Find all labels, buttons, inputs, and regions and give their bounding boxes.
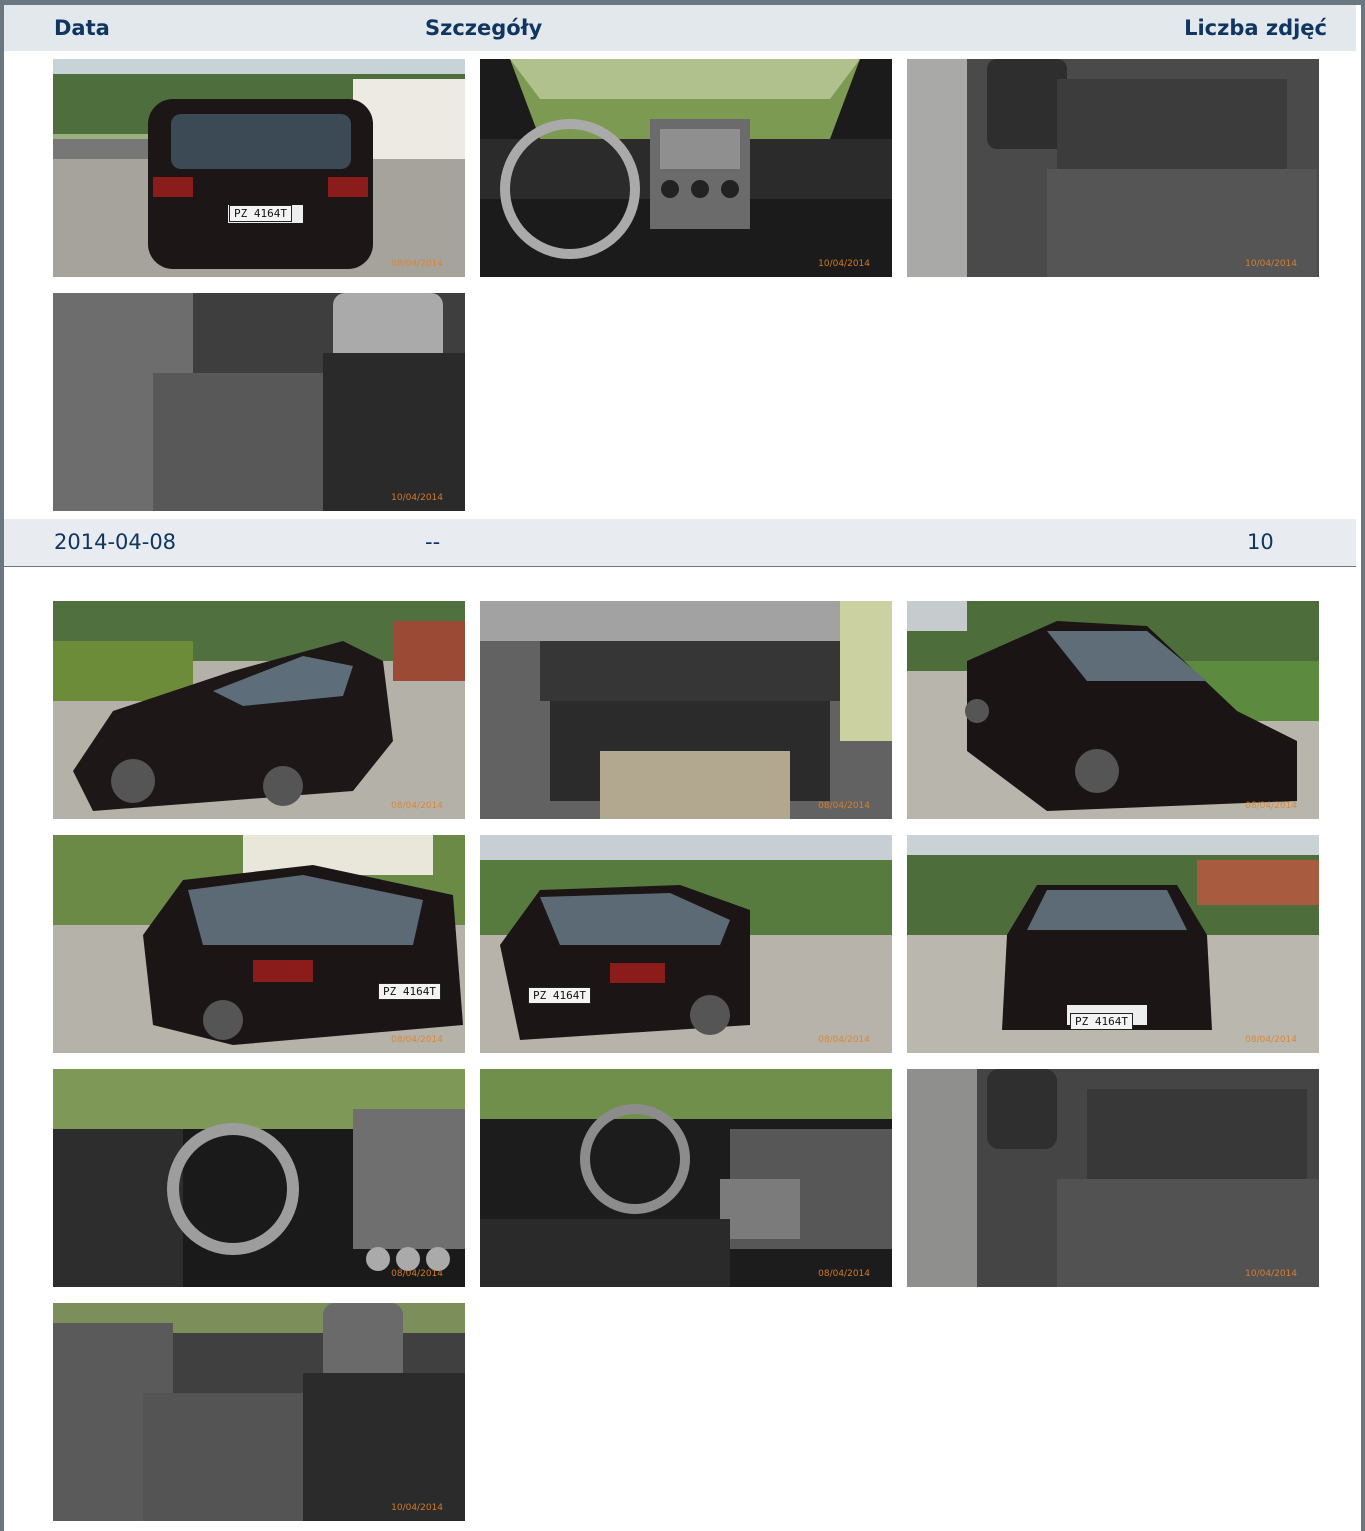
photo-date-stamp: 08/04/2014	[391, 1269, 443, 1279]
car-front-right-photo[interactable]: 08/04/2014	[907, 601, 1319, 819]
rear-seats-photo[interactable]: 10/04/2014	[907, 59, 1319, 277]
photo-date-stamp: 10/04/2014	[1245, 259, 1297, 269]
column-header-details[interactable]: Szczegóły	[425, 5, 542, 51]
photo-date-stamp: 08/04/2014	[391, 259, 443, 269]
car-rear-right-photo[interactable]: PZ 4164T 08/04/2014	[480, 835, 892, 1053]
license-plate: PZ 4164T	[229, 205, 292, 222]
photo-date-stamp: 10/04/2014	[391, 1503, 443, 1513]
entry-date: 2014-04-08	[54, 530, 177, 554]
table-row[interactable]: 2014-04-08 -- 10	[4, 519, 1356, 567]
photo-date-stamp: 08/04/2014	[391, 1035, 443, 1045]
rear-seats-photo[interactable]: 10/04/2014	[907, 1069, 1319, 1287]
photo-date-stamp: 10/04/2014	[1245, 1269, 1297, 1279]
car-rear-left-photo[interactable]: PZ 4164T 08/04/2014	[53, 835, 465, 1053]
photo-date-stamp: 08/04/2014	[818, 1269, 870, 1279]
entry-details: --	[425, 530, 441, 554]
license-plate: PZ 4164T	[378, 983, 441, 1000]
driver-dashboard-photo[interactable]: 08/04/2014	[53, 1069, 465, 1287]
license-plate: PZ 4164T	[1070, 1013, 1133, 1030]
trunk-photo[interactable]: 08/04/2014	[480, 601, 892, 819]
photo-date-stamp: 08/04/2014	[391, 801, 443, 811]
column-header-date[interactable]: Data	[54, 5, 110, 51]
car-rear-view-photo[interactable]: PZ 4164T 08/04/2014	[53, 59, 465, 277]
car-front-photo[interactable]: PZ 4164T 08/04/2014	[907, 835, 1319, 1053]
rear-seats-side-photo[interactable]: 10/04/2014	[53, 293, 465, 511]
photo-date-stamp: 10/04/2014	[391, 493, 443, 503]
table-header: Data Szczegóły Liczba zdjęć	[4, 5, 1356, 51]
dashboard-side-photo[interactable]: 08/04/2014	[480, 1069, 892, 1287]
photo-date-stamp: 08/04/2014	[1245, 801, 1297, 811]
entry-photo-count: 10	[1247, 530, 1274, 554]
photo-date-stamp: 08/04/2014	[818, 801, 870, 811]
car-front-left-photo[interactable]: 08/04/2014	[53, 601, 465, 819]
photo-date-stamp: 08/04/2014	[818, 1035, 870, 1045]
rear-seats-side-photo[interactable]: 10/04/2014	[53, 1303, 465, 1521]
dashboard-photo[interactable]: 10/04/2014	[480, 59, 892, 277]
column-header-photo-count[interactable]: Liczba zdjęć	[1184, 5, 1327, 51]
license-plate: PZ 4164T	[528, 987, 591, 1004]
photo-date-stamp: 10/04/2014	[818, 259, 870, 269]
photo-date-stamp: 08/04/2014	[1245, 1035, 1297, 1045]
